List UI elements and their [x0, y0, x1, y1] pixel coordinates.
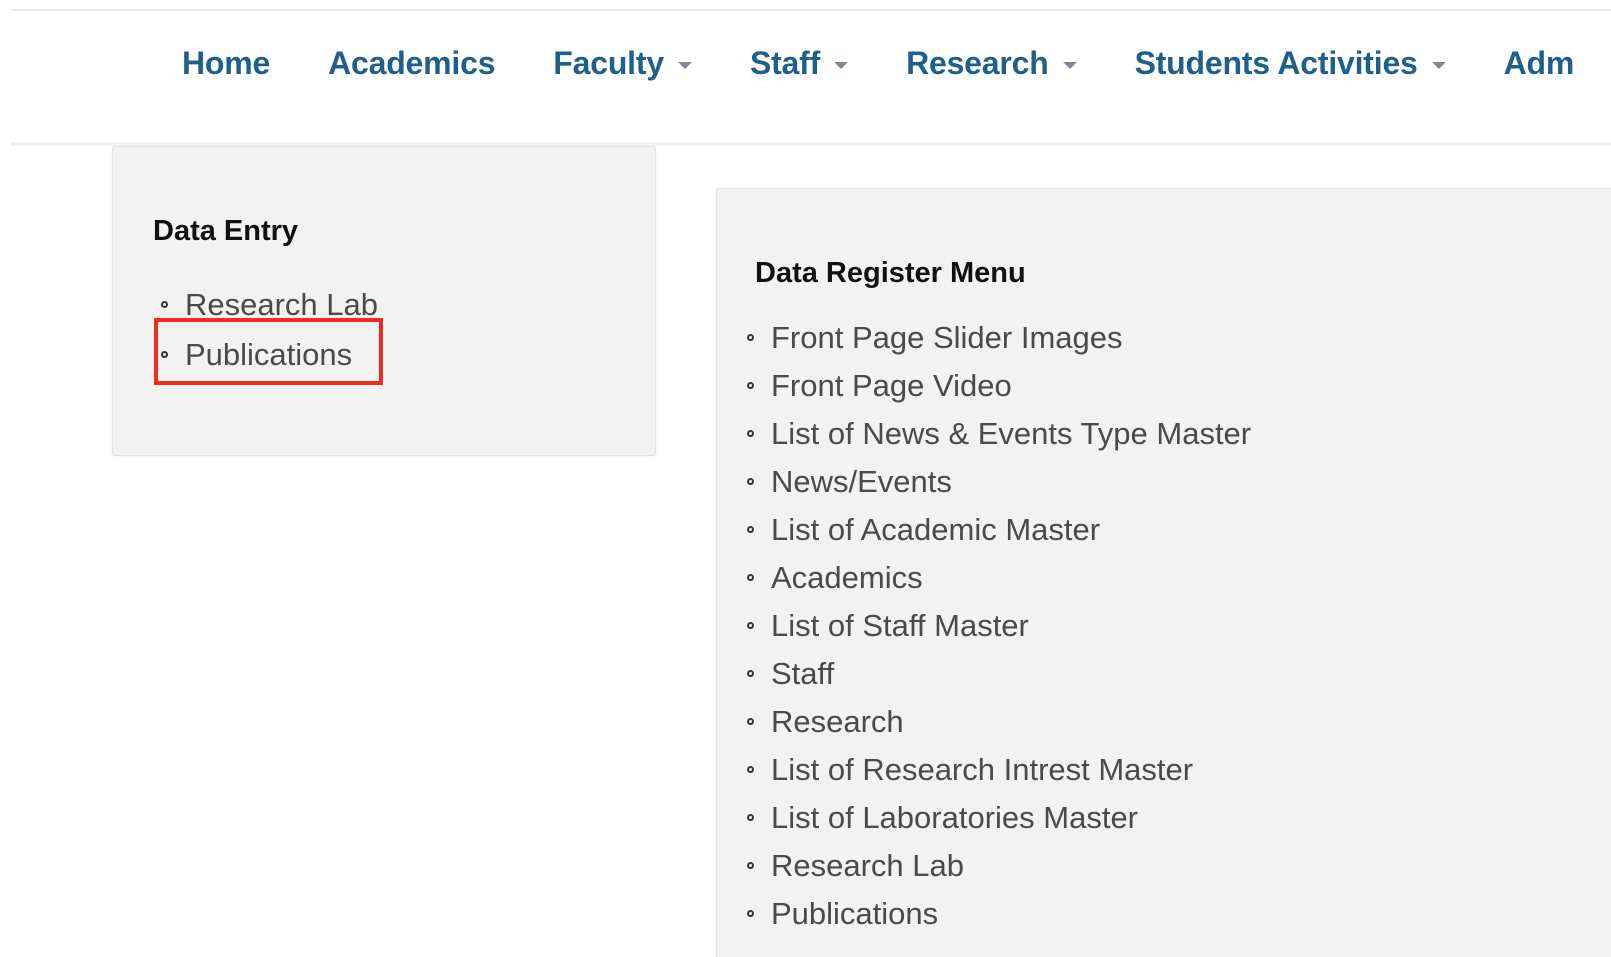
nav-item-label: Research [906, 45, 1049, 81]
bullet-icon [747, 381, 754, 389]
data-register-item-publications[interactable]: Publications [747, 889, 1251, 937]
data-register-item-news-events-type-master[interactable]: List of News & Events Type Master [747, 409, 1251, 457]
nav-item-staff[interactable]: Staff [749, 45, 849, 81]
menu-item-label: News/Events [771, 463, 952, 499]
caret-down-icon [1062, 61, 1077, 69]
bullet-icon [747, 765, 754, 773]
bullet-icon [747, 429, 754, 437]
nav-item-label: Staff [749, 45, 821, 81]
nav-item-academics[interactable]: Academics [328, 47, 495, 79]
bullet-icon [747, 525, 754, 533]
data-entry-list: Research Lab Publications [161, 279, 378, 379]
data-entry-title: Data Entry [153, 215, 299, 247]
menu-item-label: List of Staff Master [771, 607, 1029, 643]
data-register-item-academics[interactable]: Academics [747, 553, 1251, 601]
nav-item-label: Home [182, 45, 271, 81]
bullet-icon [161, 350, 168, 358]
nav-item-home[interactable]: Home [182, 47, 270, 79]
page: Home Academics Faculty Staff Research St… [0, 0, 1611, 957]
data-register-item-news-events[interactable]: News/Events [747, 457, 1251, 505]
menu-item-label: Publications [771, 895, 939, 931]
bullet-icon [747, 477, 754, 485]
caret-down-icon [1431, 61, 1446, 69]
menu-item-label: Research Lab [185, 286, 379, 322]
data-register-list: Front Page Slider Images Front Page Vide… [747, 313, 1251, 937]
bullet-icon [747, 717, 754, 725]
nav-item-label: Adm [1503, 45, 1575, 81]
data-register-item-research-intrest-master[interactable]: List of Research Intrest Master [747, 745, 1251, 793]
menu-item-label: Academics [771, 559, 923, 595]
data-register-title: Data Register Menu [755, 257, 1026, 289]
nav-item-students-activities[interactable]: Students Activities [1135, 47, 1446, 79]
data-entry-card: Data Entry Research Lab Publications [112, 146, 656, 456]
caret-down-icon [677, 61, 692, 69]
data-register-item-laboratories-master[interactable]: List of Laboratories Master [747, 793, 1251, 841]
nav-item-research[interactable]: Research [906, 47, 1077, 79]
bullet-icon [747, 333, 754, 341]
bullet-icon [747, 813, 754, 821]
menu-item-label: List of Academic Master [771, 511, 1101, 547]
caret-down-icon [834, 61, 849, 69]
data-entry-item-research-lab[interactable]: Research Lab [161, 279, 378, 329]
data-register-item-staff[interactable]: Staff [747, 649, 1251, 697]
nav-list: Home Academics Faculty Staff Research St… [182, 47, 1611, 79]
menu-item-label: Research [771, 703, 904, 739]
nav-item-label: Academics [328, 45, 496, 81]
data-entry-item-publications[interactable]: Publications [161, 329, 378, 379]
menu-item-label: Front Page Video [771, 367, 1012, 403]
bullet-icon [747, 909, 754, 917]
nav-item-label: Students Activities [1134, 45, 1418, 81]
data-register-item-academic-master[interactable]: List of Academic Master [747, 505, 1251, 553]
menu-item-label: Research Lab [771, 847, 965, 883]
data-register-item-research[interactable]: Research [747, 697, 1251, 745]
nav-item-faculty[interactable]: Faculty [553, 47, 692, 79]
nav-item-admin-truncated[interactable]: Adm [1504, 47, 1575, 79]
menu-item-label: List of News & Events Type Master [771, 415, 1252, 451]
menu-item-label: List of Laboratories Master [771, 799, 1139, 835]
nav-item-label: Faculty [553, 45, 664, 81]
bullet-icon [747, 573, 754, 581]
data-register-item-staff-master[interactable]: List of Staff Master [747, 601, 1251, 649]
menu-item-label: Publications [185, 336, 353, 372]
data-register-item-front-page-video[interactable]: Front Page Video [747, 361, 1251, 409]
data-register-card: Data Register Menu Front Page Slider Ima… [716, 188, 1611, 957]
bullet-icon [161, 300, 168, 308]
menu-item-label: List of Research Intrest Master [771, 751, 1194, 787]
main-navbar: Home Academics Faculty Staff Research St… [10, 11, 1611, 146]
menu-item-label: Front Page Slider Images [771, 319, 1123, 355]
data-register-item-research-lab[interactable]: Research Lab [747, 841, 1251, 889]
menu-item-label: Staff [771, 655, 835, 691]
bullet-icon [747, 669, 754, 677]
data-register-item-front-page-slider-images[interactable]: Front Page Slider Images [747, 313, 1251, 361]
bullet-icon [747, 861, 754, 869]
bullet-icon [747, 621, 754, 629]
